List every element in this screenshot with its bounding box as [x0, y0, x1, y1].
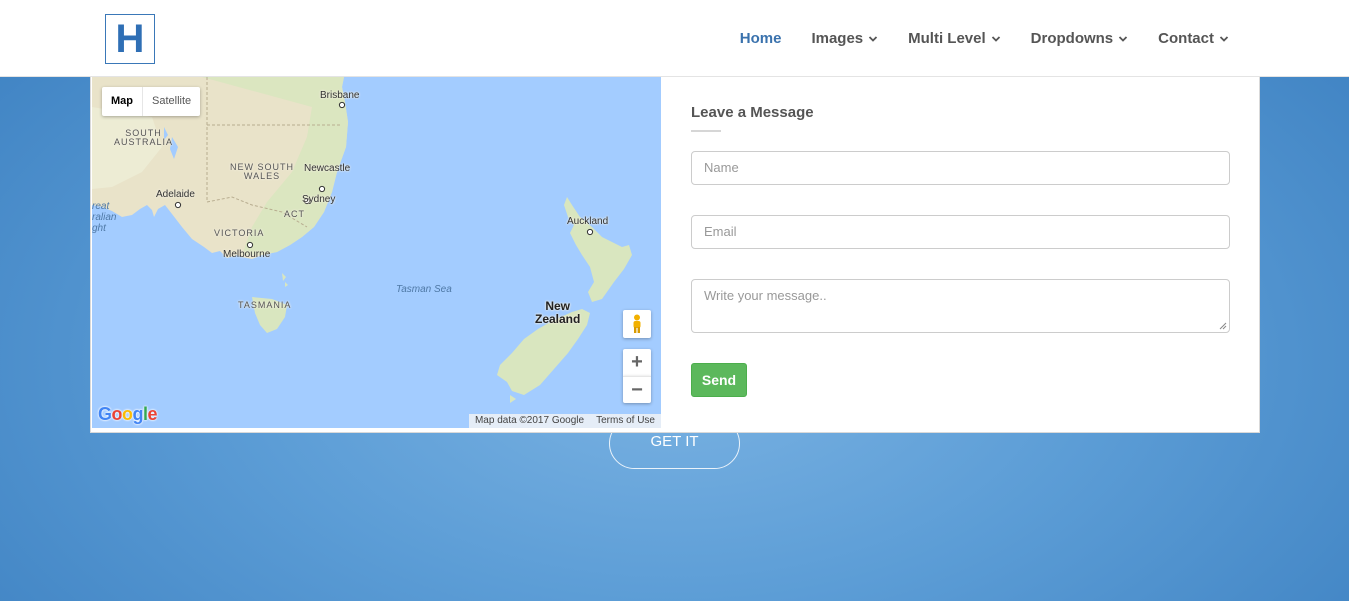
nav-item-multi-level[interactable]: Multi Level	[908, 30, 1001, 47]
terms-of-use-link[interactable]: Terms of Use	[590, 414, 661, 428]
map-type-satellite-button[interactable]: Satellite	[143, 87, 200, 116]
nav-label: Dropdowns	[1030, 30, 1114, 47]
form-title: Leave a Message	[691, 104, 814, 121]
email-input[interactable]: Email	[691, 215, 1230, 249]
nav-item-dropdowns[interactable]: Dropdowns	[1031, 30, 1129, 47]
nav-item-images[interactable]: Images	[811, 30, 878, 47]
nav-label: Home	[739, 30, 782, 47]
map-label-auckland: Auckland	[567, 216, 609, 227]
map-label-new-zealand: New Zealand	[535, 299, 581, 327]
map-terrain	[92, 77, 632, 403]
zoom-out-button[interactable]: −	[623, 376, 651, 403]
email-placeholder: Email	[704, 224, 737, 239]
resize-handle-icon[interactable]	[1219, 322, 1227, 330]
map-attribution: Map data ©2017 Google Terms of Use	[468, 414, 661, 428]
map-type-map-button[interactable]: Map	[102, 87, 143, 116]
map-label-sydney: Sydney	[302, 194, 336, 205]
map-label-south-australia: SOUTH AUSTRALIA	[114, 129, 173, 147]
title-underline	[691, 130, 721, 132]
map-data-credit: Map data ©2017 Google	[474, 415, 585, 426]
map-label-adelaide: Adelaide	[156, 189, 195, 200]
chevron-down-icon	[991, 34, 1001, 44]
nav-label: Contact	[1158, 30, 1214, 47]
chevron-down-icon	[1118, 34, 1128, 44]
map-label-newcastle: Newcastle	[304, 163, 351, 174]
contact-panel: Brisbane SOUTH AUSTRALIA NEW SOUTH WALES…	[90, 77, 1260, 433]
zoom-in-button[interactable]: +	[623, 349, 651, 376]
map-label-melbourne: Melbourne	[223, 249, 271, 260]
map-label-line: ralian	[92, 212, 117, 223]
nav-label: Multi Level	[908, 30, 986, 47]
map-label-bight: reat ralian ght	[92, 201, 116, 234]
nav-item-contact[interactable]: Contact	[1158, 30, 1229, 47]
map-label-tasmania: TASMANIA	[238, 300, 292, 310]
chevron-down-icon	[868, 34, 878, 44]
map-label-line: reat	[92, 201, 110, 212]
map-label-line: ght	[92, 223, 106, 234]
site-logo[interactable]: H	[105, 14, 155, 64]
map-label-line: Zealand	[535, 312, 581, 327]
top-navbar: H Home Images Multi Level Dropdowns Cont…	[0, 0, 1349, 77]
map-label-line: WALES	[243, 171, 281, 181]
nav-label: Images	[811, 30, 864, 47]
map-label-tasman-sea: Tasman Sea	[396, 284, 452, 295]
name-input[interactable]: Name	[691, 151, 1230, 185]
message-placeholder: Write your message..	[704, 288, 827, 303]
map-type-control: Map Satellite	[102, 87, 201, 116]
name-placeholder: Name	[704, 160, 739, 175]
send-button[interactable]: Send	[691, 363, 747, 397]
google-logo[interactable]: Google	[98, 404, 158, 425]
main-nav: Home Images Multi Level Dropdowns Contac…	[710, 0, 1229, 77]
message-textarea[interactable]: Write your message..	[691, 279, 1230, 333]
chevron-down-icon	[1219, 34, 1229, 44]
map-label-nsw: NEW SOUTH WALES	[230, 163, 294, 181]
logo-letter: H	[115, 17, 145, 61]
map-label-act: ACT	[284, 209, 305, 219]
get-it-label: GET IT	[650, 433, 699, 450]
map-label-line: AUSTRALIA	[114, 137, 174, 147]
google-map[interactable]: Brisbane SOUTH AUSTRALIA NEW SOUTH WALES…	[92, 77, 661, 428]
map-label-brisbane: Brisbane	[320, 90, 360, 101]
map-label-victoria: VICTORIA	[214, 228, 265, 238]
street-view-pegman-icon[interactable]	[623, 310, 651, 338]
nav-item-home[interactable]: Home	[740, 30, 782, 47]
